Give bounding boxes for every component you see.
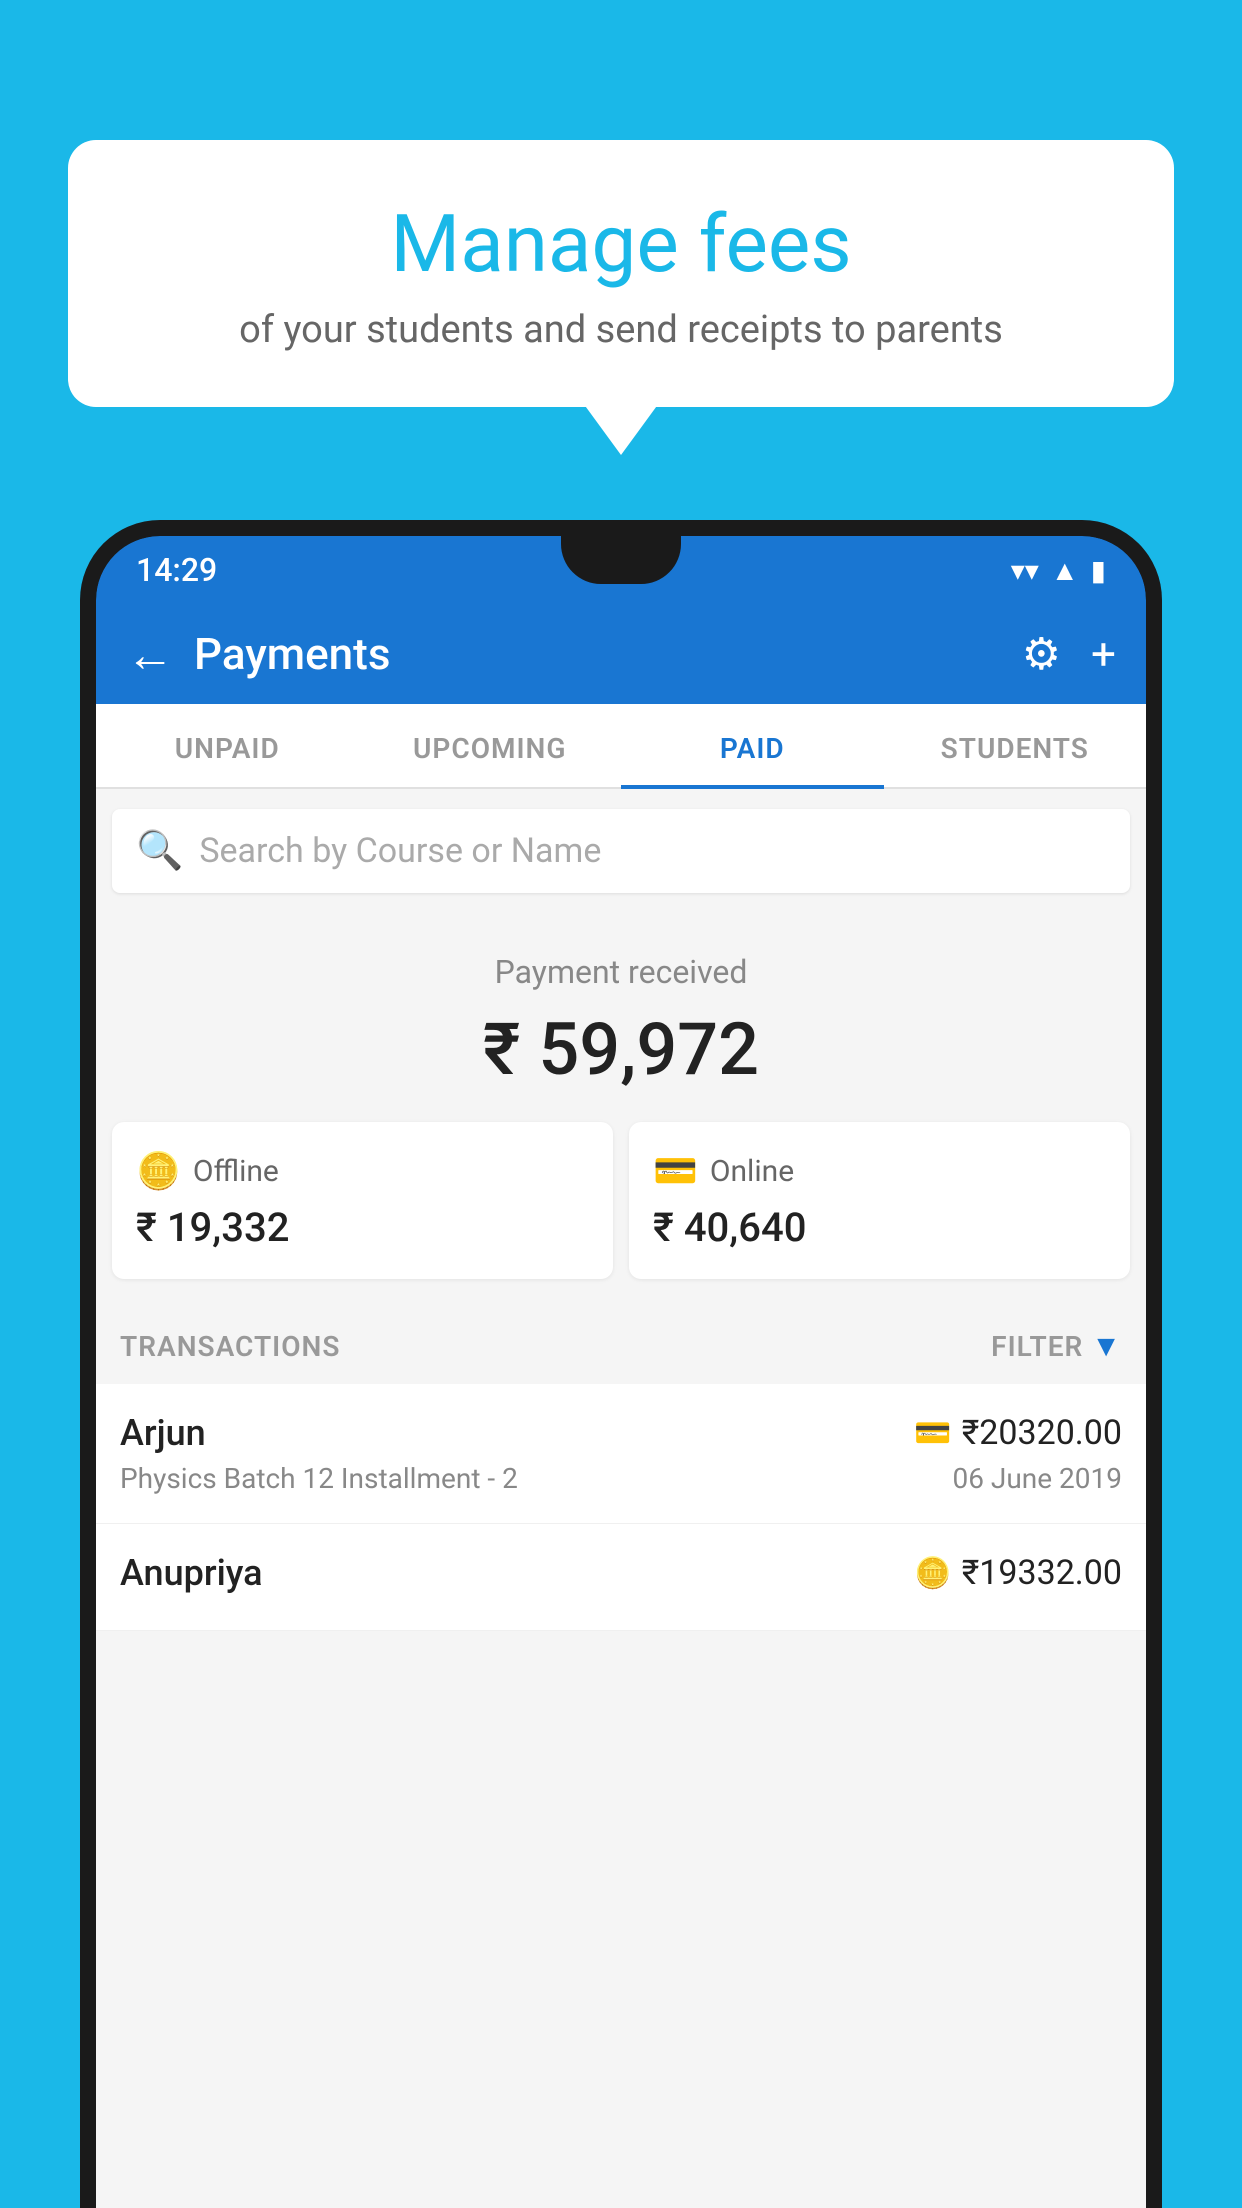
filter-label: FILTER <box>991 1330 1083 1363</box>
transaction-date: 06 June 2019 <box>952 1462 1122 1495</box>
online-amount: ₹ 40,640 <box>653 1204 1106 1251</box>
app-bar: ← Payments ⚙ + <box>96 604 1146 704</box>
payment-received-label: Payment received <box>116 953 1126 991</box>
card-payment-icon: 💳 <box>914 1416 951 1451</box>
tab-unpaid[interactable]: UNPAID <box>96 704 359 787</box>
status-time: 14:29 <box>136 551 217 589</box>
offline-payment-card: 🪙 Offline ₹ 19,332 <box>112 1122 613 1279</box>
battery-icon: ▮ <box>1091 554 1106 587</box>
transaction-top: Arjun 💳 ₹20320.00 <box>120 1412 1122 1454</box>
transaction-bottom: Physics Batch 12 Installment - 2 06 June… <box>120 1462 1122 1495</box>
phone-inner: 14:29 ▾▾ ▲ ▮ ← Payments ⚙ + UNPAID UPC <box>96 536 1146 2208</box>
speech-bubble: Manage fees of your students and send re… <box>68 140 1174 407</box>
tabs-bar: UNPAID UPCOMING PAID STUDENTS <box>96 704 1146 789</box>
wifi-icon: ▾▾ <box>1011 554 1039 587</box>
filter-icon: ▼ <box>1091 1329 1122 1364</box>
transaction-top: Anupriya 🪙 ₹19332.00 <box>120 1552 1122 1594</box>
transactions-label: TRANSACTIONS <box>120 1330 340 1363</box>
signal-icon: ▲ <box>1051 554 1079 587</box>
tab-upcoming[interactable]: UPCOMING <box>359 704 622 787</box>
add-icon[interactable]: + <box>1091 628 1116 680</box>
manage-fees-subtitle: of your students and send receipts to pa… <box>128 308 1114 352</box>
notch <box>561 536 681 584</box>
offline-label: Offline <box>193 1154 279 1189</box>
search-placeholder: Search by Course or Name <box>199 831 601 871</box>
transaction-amount: 💳 ₹20320.00 <box>914 1413 1122 1453</box>
payment-received-section: Payment received ₹ 59,972 <box>96 913 1146 1122</box>
speech-bubble-container: Manage fees of your students and send re… <box>68 140 1174 407</box>
online-label: Online <box>710 1154 794 1189</box>
transaction-amount: 🪙 ₹19332.00 <box>914 1553 1122 1593</box>
transaction-course: Physics Batch 12 Installment - 2 <box>120 1462 518 1495</box>
transaction-row[interactable]: Arjun 💳 ₹20320.00 Physics Batch 12 Insta… <box>96 1384 1146 1524</box>
transaction-name: Anupriya <box>120 1552 263 1594</box>
payment-cards: 🪙 Offline ₹ 19,332 💳 Online ₹ 40,640 <box>96 1122 1146 1309</box>
online-payment-icon: 💳 <box>653 1150 698 1192</box>
app-bar-actions: ⚙ + <box>1022 628 1116 680</box>
manage-fees-title: Manage fees <box>128 200 1114 288</box>
search-bar[interactable]: 🔍 Search by Course or Name <box>112 809 1130 893</box>
transaction-amount-value: ₹19332.00 <box>962 1553 1122 1593</box>
phone-frame: 14:29 ▾▾ ▲ ▮ ← Payments ⚙ + UNPAID UPC <box>80 520 1162 2208</box>
filter-button[interactable]: FILTER ▼ <box>991 1329 1122 1364</box>
transactions-header: TRANSACTIONS FILTER ▼ <box>96 1309 1146 1384</box>
search-icon: 🔍 <box>136 829 183 873</box>
tab-students[interactable]: STUDENTS <box>884 704 1147 787</box>
payment-received-amount: ₹ 59,972 <box>116 1007 1126 1092</box>
online-card-header: 💳 Online <box>653 1150 1106 1192</box>
cash-payment-icon: 🪙 <box>914 1556 951 1591</box>
offline-amount: ₹ 19,332 <box>136 1204 589 1251</box>
offline-card-header: 🪙 Offline <box>136 1150 589 1192</box>
transaction-name: Arjun <box>120 1412 206 1454</box>
tab-paid[interactable]: PAID <box>621 704 884 787</box>
transaction-row[interactable]: Anupriya 🪙 ₹19332.00 <box>96 1524 1146 1631</box>
offline-payment-icon: 🪙 <box>136 1150 181 1192</box>
transaction-amount-value: ₹20320.00 <box>962 1413 1122 1453</box>
app-bar-title: Payments <box>194 628 1022 680</box>
back-arrow-icon[interactable]: ← <box>126 626 174 683</box>
settings-icon[interactable]: ⚙ <box>1022 628 1061 680</box>
status-bar: 14:29 ▾▾ ▲ ▮ <box>96 536 1146 604</box>
phone-screen: 14:29 ▾▾ ▲ ▮ ← Payments ⚙ + UNPAID UPC <box>96 536 1146 2208</box>
online-payment-card: 💳 Online ₹ 40,640 <box>629 1122 1130 1279</box>
content-area: 🔍 Search by Course or Name Payment recei… <box>96 789 1146 2208</box>
status-icons: ▾▾ ▲ ▮ <box>1011 554 1106 587</box>
